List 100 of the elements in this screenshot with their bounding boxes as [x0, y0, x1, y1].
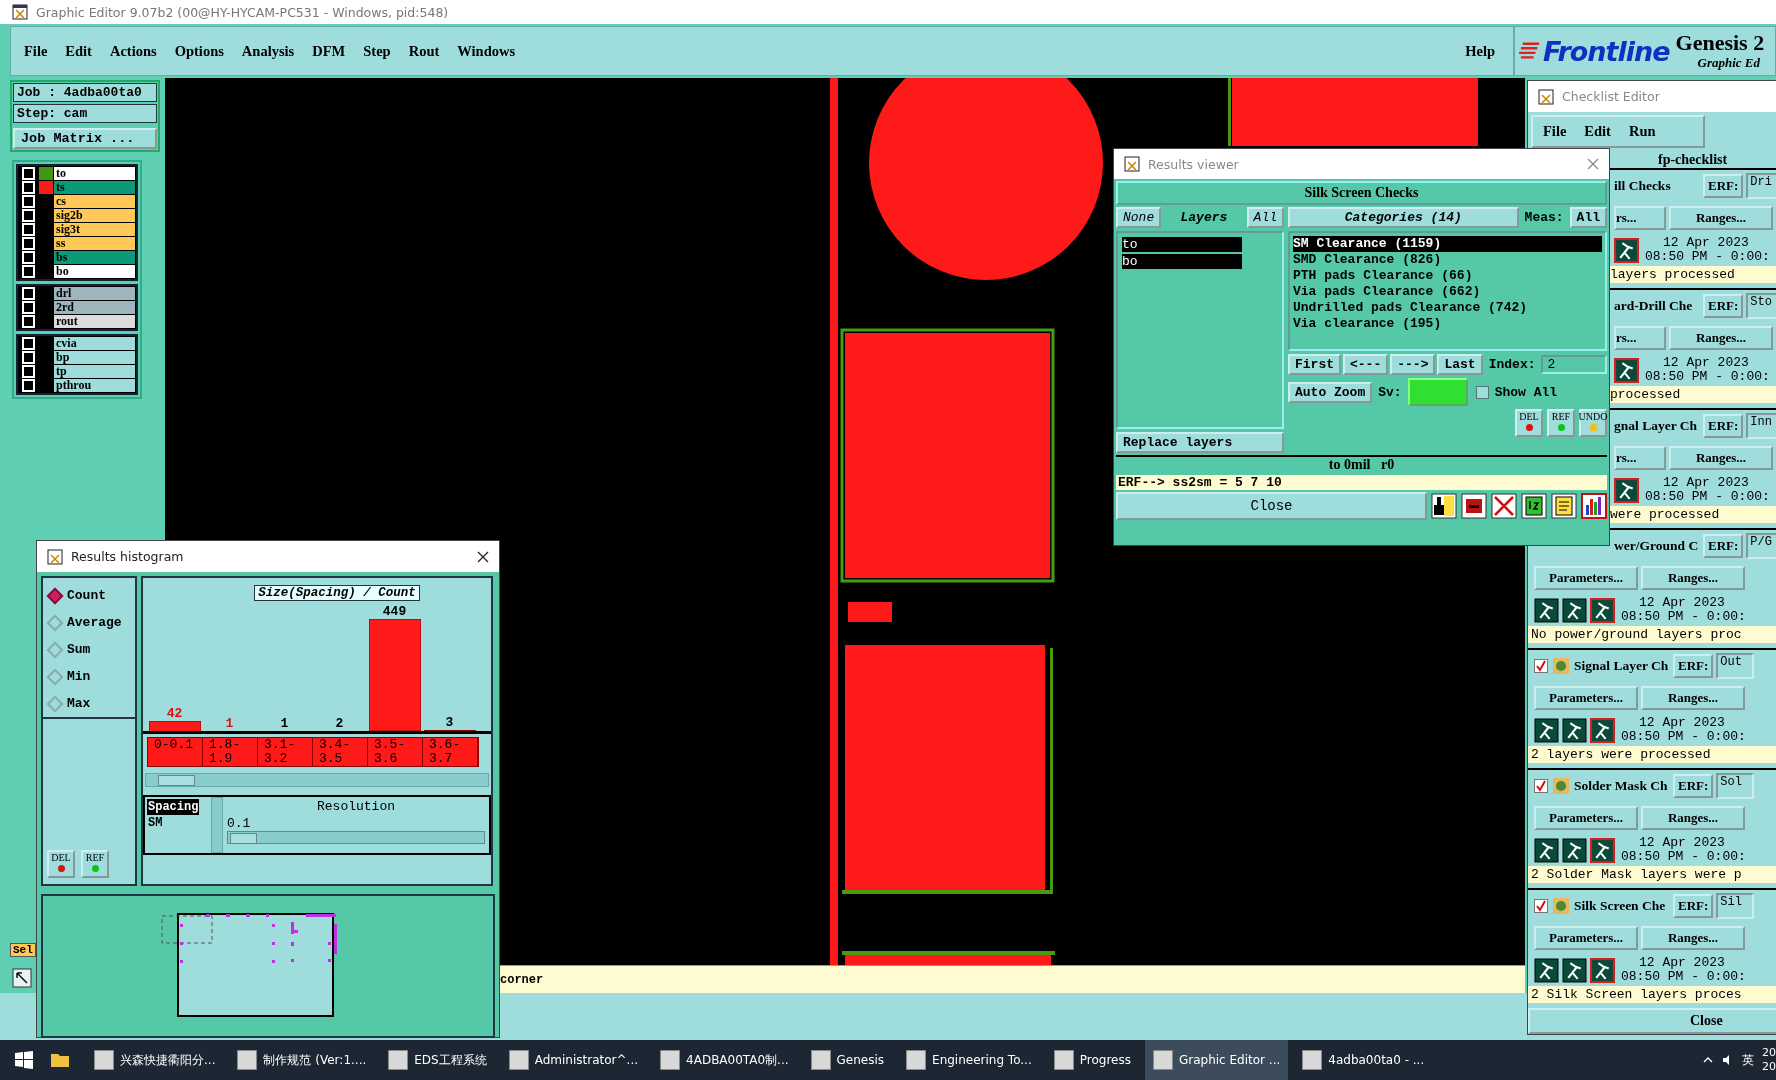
layer-checkbox[interactable]: [22, 337, 35, 350]
parameters-button[interactable]: Parameters...: [1534, 686, 1638, 710]
layer-name[interactable]: rout: [54, 315, 135, 328]
layer-checkbox[interactable]: [22, 287, 35, 300]
close-button[interactable]: Close: [1116, 492, 1427, 520]
start-icon[interactable]: [14, 1050, 34, 1070]
figure-icon[interactable]: [1431, 493, 1457, 519]
layer-checkbox[interactable]: [22, 251, 35, 264]
layer-name[interactable]: bo: [54, 265, 135, 278]
measure-radio[interactable]: Sum: [43, 636, 135, 663]
erf-field[interactable]: Sol: [1716, 773, 1755, 799]
runner-icon[interactable]: [1614, 237, 1639, 263]
page-icon[interactable]: [1521, 493, 1547, 519]
bin-label[interactable]: 3.6-3.7: [423, 738, 478, 766]
taskbar-item[interactable]: 制作规范 (Ver:1....: [229, 1040, 375, 1080]
layer-name[interactable]: drl: [54, 287, 135, 300]
check-name[interactable]: wer/Ground C: [1614, 538, 1700, 554]
menu-item[interactable]: Windows: [457, 42, 516, 60]
layer-name[interactable]: bp: [54, 351, 135, 364]
check-checkbox[interactable]: [1534, 659, 1548, 673]
check-checkbox[interactable]: [1534, 779, 1548, 793]
layer-checkbox[interactable]: [22, 315, 35, 328]
menu-item[interactable]: Step: [363, 42, 391, 60]
category-item[interactable]: Via pads Clearance (662): [1293, 284, 1602, 300]
erf-field[interactable]: Inn: [1746, 413, 1776, 439]
erf-field[interactable]: Out: [1716, 653, 1755, 679]
auto-zoom-dropdown[interactable]: Auto Zoom: [1288, 381, 1373, 403]
taskbar-item[interactable]: EDS工程系统: [380, 1040, 495, 1080]
ranges-button[interactable]: Ranges...: [1641, 566, 1745, 590]
layer-item[interactable]: bo: [1122, 254, 1242, 269]
bin-label[interactable]: 1.8-1.9: [203, 738, 258, 766]
runner-icon[interactable]: [1534, 837, 1559, 863]
menu-item[interactable]: File: [1543, 123, 1567, 140]
layer-checkbox[interactable]: [22, 181, 35, 194]
parameters-button[interactable]: rs...: [1614, 206, 1666, 230]
ranges-button[interactable]: Ranges...: [1669, 326, 1773, 350]
runner-icon[interactable]: [1614, 357, 1639, 383]
layer-name[interactable]: pthrou: [54, 379, 135, 392]
check-checkbox[interactable]: [1534, 899, 1548, 913]
taskbar-item[interactable]: Genesis: [802, 1040, 893, 1080]
check-name[interactable]: ard-Drill Che: [1614, 298, 1700, 314]
layer-checkbox[interactable]: [22, 209, 35, 222]
category-item[interactable]: SMD Clearance (826): [1293, 252, 1602, 268]
layer-checkbox[interactable]: [22, 301, 35, 314]
ranges-button[interactable]: Ranges...: [1669, 206, 1773, 230]
check-name[interactable]: Solder Mask Ch: [1574, 778, 1670, 794]
bar-chart-icon[interactable]: [1581, 493, 1607, 519]
layer-checkbox[interactable]: [22, 379, 35, 392]
taskbar-item[interactable]: 兴森快捷衢阳分...: [86, 1040, 224, 1080]
layer-name[interactable]: cvia: [54, 337, 135, 350]
layer-name[interactable]: bs: [54, 251, 135, 264]
taskbar-item[interactable]: 4adba00ta0 - ...: [1294, 1040, 1433, 1080]
bin-label[interactable]: 3.1-3.2: [258, 738, 313, 766]
category-item[interactable]: Via clearance (195): [1293, 316, 1602, 332]
menu-item[interactable]: Edit: [65, 42, 92, 60]
parameters-button[interactable]: rs...: [1614, 446, 1666, 470]
taskbar-item[interactable]: Administrator^...: [500, 1040, 647, 1080]
erf-field[interactable]: P/G: [1746, 533, 1776, 559]
meas-dropdown[interactable]: All: [1569, 207, 1607, 228]
runner-icon[interactable]: [1534, 957, 1559, 983]
menu-item[interactable]: DFM: [312, 42, 346, 60]
layer-checkbox[interactable]: [22, 265, 35, 278]
layer-name[interactable]: to: [54, 167, 135, 180]
runner-icon[interactable]: [1590, 597, 1615, 623]
close-button[interactable]: Close: [1528, 1008, 1776, 1034]
menu-item[interactable]: Rout: [408, 42, 440, 60]
measure-radio[interactable]: Count: [43, 582, 135, 609]
menu-item[interactable]: Run: [1628, 123, 1656, 140]
parameters-button[interactable]: Parameters...: [1534, 566, 1638, 590]
menu-item[interactable]: Actions: [109, 42, 157, 60]
resolution-slider[interactable]: [227, 831, 485, 844]
layer-checkbox[interactable]: [22, 195, 35, 208]
category-item[interactable]: SM Clearance (1159): [1293, 236, 1602, 252]
runner-icon[interactable]: [1614, 477, 1639, 503]
runner-icon[interactable]: [1562, 837, 1587, 863]
tool-button[interactable]: DEL: [1515, 409, 1543, 437]
menu-item[interactable]: Analysis: [241, 42, 295, 60]
index-field[interactable]: 2: [1541, 355, 1607, 374]
erf-field[interactable]: Dri: [1746, 173, 1776, 199]
parameters-button[interactable]: Parameters...: [1534, 806, 1638, 830]
menu-item[interactable]: Edit: [1584, 123, 1611, 140]
navigation-button[interactable]: First: [1288, 354, 1341, 375]
measure-radio[interactable]: Max: [43, 690, 135, 719]
taskbar-item[interactable]: Progress: [1045, 1040, 1139, 1080]
check-name[interactable]: Signal Layer Ch: [1574, 658, 1670, 674]
close-icon[interactable]: [477, 550, 489, 563]
record-icon[interactable]: [1461, 493, 1487, 519]
erf-field[interactable]: Sil: [1716, 893, 1755, 919]
tool-button[interactable]: DEL: [47, 850, 75, 878]
parameters-button[interactable]: rs...: [1614, 326, 1666, 350]
layer-checkbox[interactable]: [22, 351, 35, 364]
cross-icon[interactable]: [1491, 493, 1517, 519]
layer-item[interactable]: to: [1122, 237, 1242, 252]
layer-checkbox[interactable]: [22, 223, 35, 236]
ranges-button[interactable]: Ranges...: [1641, 806, 1745, 830]
categories-button[interactable]: Categories (14): [1288, 207, 1519, 228]
parameters-button[interactable]: Parameters...: [1534, 926, 1638, 950]
navigation-button[interactable]: <---: [1343, 354, 1389, 375]
ranges-button[interactable]: Ranges...: [1641, 686, 1745, 710]
erf-field[interactable]: Sto: [1746, 293, 1776, 319]
